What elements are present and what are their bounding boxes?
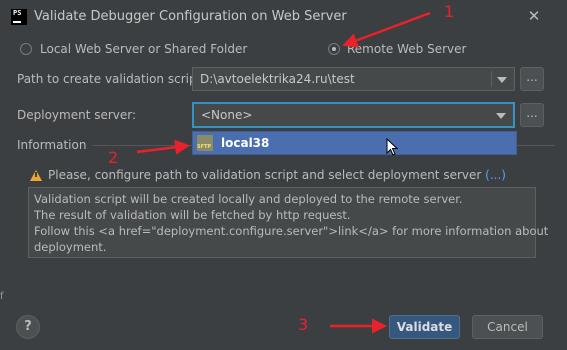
annotation-arrow-2 — [136, 139, 190, 155]
annotation-arrows — [136, 11, 431, 334]
annotation-arrow-1 — [342, 11, 431, 48]
